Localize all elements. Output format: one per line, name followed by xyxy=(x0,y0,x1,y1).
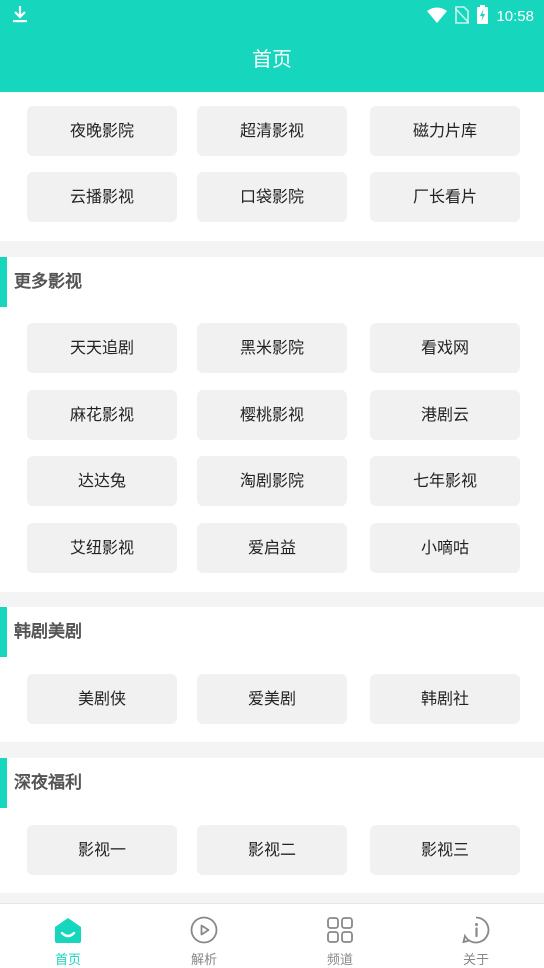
site-button[interactable]: 磁力片库 xyxy=(370,106,520,156)
download-icon xyxy=(12,5,28,27)
site-button[interactable]: 小嘀咕 xyxy=(370,523,520,573)
section-header: 深夜福利 xyxy=(0,758,544,808)
play-circle-icon xyxy=(190,916,218,944)
tab-label: 首页 xyxy=(54,953,81,968)
grid-icon xyxy=(326,916,354,944)
site-button[interactable]: 超清影视 xyxy=(197,106,347,156)
tab-about[interactable]: 关于 xyxy=(408,904,544,968)
battery-charging-icon xyxy=(477,5,489,28)
site-button[interactable]: 厂长看片 xyxy=(370,172,520,222)
section-title: 深夜福利 xyxy=(14,773,82,793)
home-icon xyxy=(54,916,82,944)
section-title: 更多影视 xyxy=(14,272,82,292)
tab-label: 关于 xyxy=(462,953,489,968)
site-button[interactable]: 口袋影院 xyxy=(197,172,347,222)
tab-label: 频道 xyxy=(326,953,353,968)
section-accent-bar xyxy=(0,607,7,657)
tab-channels[interactable]: 频道 xyxy=(272,904,408,968)
status-time: 10:58 xyxy=(496,8,534,25)
site-button[interactable]: 影视三 xyxy=(370,825,520,875)
site-button[interactable]: 麻花影视 xyxy=(27,390,177,440)
page-title: 首页 xyxy=(252,47,292,71)
section-title: 韩剧美剧 xyxy=(14,622,82,642)
section-accent-bar xyxy=(0,257,7,307)
tab-home[interactable]: 首页 xyxy=(0,904,136,968)
tab-label: 解析 xyxy=(190,953,217,968)
no-sim-icon xyxy=(454,5,471,28)
site-button[interactable]: 樱桃影视 xyxy=(197,390,347,440)
site-button[interactable]: 艾纽影视 xyxy=(27,523,177,573)
site-button[interactable]: 七年影视 xyxy=(370,456,520,506)
bottom-tab-bar: 首页 解析 频道 关于 xyxy=(0,903,544,968)
home-content[interactable]: 夜晚影院 超清影视 磁力片库 云播影视 口袋影院 厂长看片 更多影视 天天追剧 … xyxy=(0,92,544,903)
site-button[interactable]: 影视一 xyxy=(27,825,177,875)
section-featured: 夜晚影院 超清影视 磁力片库 云播影视 口袋影院 厂长看片 xyxy=(0,92,544,241)
site-button[interactable]: 爱启益 xyxy=(197,523,347,573)
site-button[interactable]: 夜晚影院 xyxy=(27,106,177,156)
site-button[interactable]: 美剧侠 xyxy=(27,674,177,724)
site-button[interactable]: 港剧云 xyxy=(370,390,520,440)
section-kdrama-usdrama: 韩剧美剧 美剧侠 爱美剧 韩剧社 xyxy=(0,607,544,742)
status-bar: 10:58 xyxy=(0,0,544,30)
site-button[interactable]: 云播影视 xyxy=(27,172,177,222)
site-button[interactable]: 黑米影院 xyxy=(197,323,347,373)
section-header: 更多影视 xyxy=(0,257,544,307)
site-button[interactable]: 淘剧影院 xyxy=(197,456,347,506)
site-button[interactable]: 看戏网 xyxy=(370,323,520,373)
wifi-icon xyxy=(427,7,448,27)
tab-parse[interactable]: 解析 xyxy=(136,904,272,968)
site-button[interactable]: 天天追剧 xyxy=(27,323,177,373)
section-accent-bar xyxy=(0,758,7,808)
site-button[interactable]: 达达兔 xyxy=(27,456,177,506)
app-bar: 首页 xyxy=(0,30,544,92)
site-button[interactable]: 爱美剧 xyxy=(197,674,347,724)
section-late-night: 深夜福利 影视一 影视二 影视三 xyxy=(0,758,544,893)
site-button[interactable]: 韩剧社 xyxy=(370,674,520,724)
section-more-videos: 更多影视 天天追剧 黑米影院 看戏网 麻花影视 樱桃影视 港剧云 达达兔 淘剧影… xyxy=(0,257,544,592)
site-button[interactable]: 影视二 xyxy=(197,825,347,875)
info-icon xyxy=(462,916,490,944)
section-header: 韩剧美剧 xyxy=(0,607,544,657)
